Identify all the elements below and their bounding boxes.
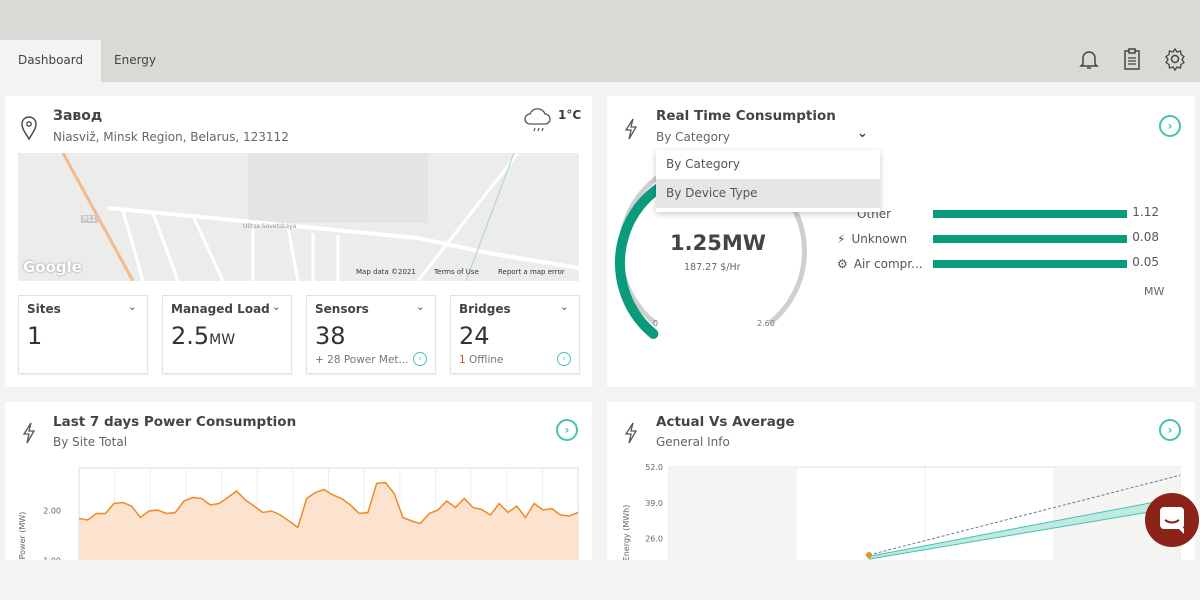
stat-note: + 28 Power Met... <box>315 354 409 366</box>
card-title: Last 7 days Power Consumption <box>53 414 297 430</box>
stat-value: 24 <box>459 322 490 350</box>
category-row-air-compressor: ⚙ Air compr... 0.05 <box>837 255 1167 271</box>
category-dropdown-menu: By Category By Device Type <box>656 150 880 212</box>
category-row-other: Other 1.12 <box>837 205 1167 221</box>
top-bar <box>0 0 1200 82</box>
y-tick-label: 26.0 <box>645 535 663 544</box>
stat-label: Bridges <box>459 302 511 316</box>
card-title: Actual Vs Average <box>656 414 795 430</box>
card-subtitle: By Site Total <box>53 435 128 449</box>
weather-temp: 1°C <box>558 108 582 122</box>
report-map-error-link[interactable]: Report a map error <box>498 268 565 276</box>
offline-count: 1 <box>459 354 466 366</box>
stat-label: Sensors <box>315 302 369 316</box>
row-label: Unknown <box>851 232 908 246</box>
stat-value: 2.5MW <box>171 322 235 350</box>
menu-item-by-category[interactable]: By Category <box>656 150 880 179</box>
open-details-button[interactable]: › <box>1159 419 1181 441</box>
stat-number: 2.5 <box>171 322 210 350</box>
y-tick-label: 39.0 <box>645 499 663 508</box>
site-card: Завод Niasviž, Minsk Region, Belarus, 12… <box>5 96 592 387</box>
offline-label: Offline <box>469 354 504 366</box>
map-attribution: Map data ©2021 <box>356 268 416 276</box>
row-label: Air compr... <box>853 257 923 271</box>
power-card: Last 7 days Power Consumption By Site To… <box>5 402 592 560</box>
lightning-icon <box>624 118 638 140</box>
actual-chart: 52.0 39.0 26.0 Energy (MWh) <box>622 463 1181 560</box>
bell-icon[interactable] <box>1077 47 1101 71</box>
row-value: 1.12 <box>1132 205 1159 219</box>
map-roads <box>61 153 579 281</box>
y-tick-label: 1.00 <box>43 557 61 561</box>
category-select[interactable]: By Category <box>656 130 730 144</box>
row-value: 0.08 <box>1132 230 1159 244</box>
tab-energy[interactable]: Energy <box>96 40 174 82</box>
data-point <box>866 552 872 558</box>
y-axis-label: Power (MW) <box>18 512 27 560</box>
stat-managed-load[interactable]: Managed Load ⌄ 2.5MW <box>162 295 292 374</box>
google-logo: Google <box>23 258 82 276</box>
open-details-button[interactable]: › <box>1159 115 1181 137</box>
y-tick-label: 2.00 <box>43 507 61 516</box>
stat-label: Managed Load <box>171 302 270 316</box>
chat-button[interactable] <box>1145 493 1199 547</box>
lightning-icon <box>22 422 36 444</box>
stat-label: Sites <box>27 302 61 316</box>
gear-icon[interactable] <box>1163 47 1187 71</box>
clipboard-icon[interactable] <box>1120 47 1144 71</box>
street-label: Ulitsa Sovetskaya <box>243 223 297 230</box>
location-pin-icon <box>21 116 37 140</box>
site-address: Niasviž, Minsk Region, Belarus, 123112 <box>53 130 289 144</box>
row-bar <box>933 235 1127 243</box>
plug-icon: ⚡ <box>837 232 846 246</box>
rain-cloud-icon <box>524 108 551 132</box>
actual-card: Actual Vs Average General Info › 52.0 39.… <box>607 402 1195 560</box>
stat-sensors[interactable]: Sensors ⌄ 38 + 28 Power Met... › <box>306 295 436 374</box>
realtime-card: Real Time Consumption By Category ⌄ › 1.… <box>607 96 1195 387</box>
y-tick-label: 52.0 <box>645 463 663 472</box>
gauge-max: 2.60 <box>757 319 775 328</box>
row-bar <box>933 210 1127 218</box>
open-details-button[interactable]: › <box>556 419 578 441</box>
stat-value: 1 <box>27 322 43 350</box>
lightning-icon <box>624 422 638 444</box>
stat-unit: MW <box>209 332 236 348</box>
road-label: P11 <box>81 215 99 223</box>
chevron-right-circle-icon[interactable]: › <box>413 352 427 366</box>
gauge-cost: 187.27 $/Hr <box>684 262 741 273</box>
unit-label: MW <box>1144 285 1165 298</box>
chevron-down-icon[interactable]: ⌄ <box>857 126 868 141</box>
chevron-down-icon[interactable]: ⌄ <box>560 300 569 313</box>
tab-dashboard[interactable]: Dashboard <box>0 40 102 82</box>
y-axis-label: Energy (MWh) <box>622 505 631 560</box>
category-row-unknown: ⚡ Unknown 0.08 <box>837 230 1167 246</box>
gauge-value: 1.25MW <box>670 231 766 255</box>
chevron-down-icon[interactable]: ⌄ <box>272 300 281 313</box>
row-value: 0.05 <box>1132 255 1159 269</box>
stat-bridges[interactable]: Bridges ⌄ 24 1 Offline › <box>450 295 580 374</box>
stat-note: 1 Offline <box>459 354 503 366</box>
power-chart: 2.00 1.00 Power (MW) <box>18 467 579 561</box>
chat-icon <box>1160 507 1184 534</box>
row-bar <box>933 260 1127 268</box>
gears-icon: ⚙ <box>837 257 848 271</box>
card-title: Real Time Consumption <box>656 108 836 124</box>
chevron-down-icon[interactable]: ⌄ <box>128 300 137 313</box>
chevron-right-circle-icon[interactable]: › <box>557 352 571 366</box>
shaded-region <box>669 467 797 560</box>
stat-sites[interactable]: Sites ⌄ 1 <box>18 295 148 374</box>
chevron-down-icon[interactable]: ⌄ <box>416 300 425 313</box>
site-name: Завод <box>53 108 103 124</box>
terms-link[interactable]: Terms of Use <box>434 268 479 276</box>
stat-value: 38 <box>315 322 346 350</box>
menu-item-by-device-type[interactable]: By Device Type <box>656 179 880 208</box>
map[interactable]: P11 Ulitsa Sovetskaya Google Map data ©2… <box>18 153 579 281</box>
card-subtitle: General Info <box>656 435 730 449</box>
gauge-min: 0 <box>653 319 659 328</box>
